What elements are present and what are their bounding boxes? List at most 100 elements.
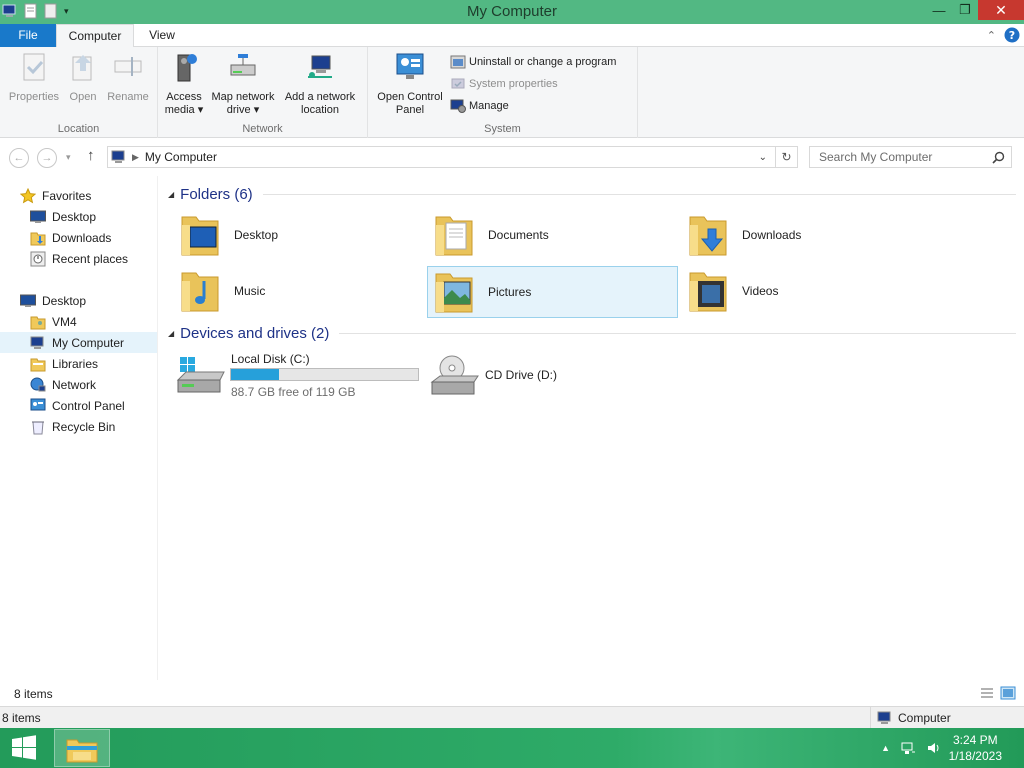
cd-drive-icon [430, 355, 479, 395]
status-bar: 8 items [0, 682, 1024, 706]
open-button[interactable]: Open [66, 51, 100, 104]
large-icons-view-icon[interactable] [1000, 686, 1016, 700]
address-bar[interactable]: ▶ My Computer ⌄ ↻ [107, 146, 798, 168]
nav-recycle-bin[interactable]: Recycle Bin [30, 416, 115, 437]
desktop-icon [20, 294, 36, 307]
address-history-dropdown-icon[interactable]: ⌄ [759, 152, 767, 163]
info-bar: 8 items Computer [0, 706, 1024, 728]
nav-libraries[interactable]: Libraries [30, 353, 98, 374]
nav-my-computer[interactable]: My Computer [0, 332, 157, 353]
drive-c-usage-bar [230, 368, 419, 381]
access-media-button[interactable]: Access media ▾ [162, 51, 206, 117]
folders-section-header[interactable]: ◢ Folders (6) [168, 186, 1016, 203]
nav-control-panel[interactable]: Control Panel [30, 395, 125, 416]
location-group-label: Location [57, 123, 100, 135]
refresh-icon[interactable]: ↻ [775, 147, 797, 167]
music-folder-icon [181, 272, 219, 312]
window-controls: — ❐ ✕ [926, 0, 1024, 20]
add-network-location-button[interactable]: Add a network location [280, 51, 360, 117]
folder-downloads[interactable]: Downloads [686, 210, 936, 260]
tab-view[interactable]: View [143, 24, 181, 47]
breadcrumb-chevron-icon[interactable]: ▶ [132, 152, 139, 163]
collapse-arrow-icon: ◢ [168, 190, 175, 199]
volume-icon[interactable] [926, 740, 942, 756]
taskbar-file-explorer[interactable] [54, 729, 110, 767]
ribbon-tabs: File Computer View ⌃ ? [0, 24, 1024, 48]
tab-computer[interactable]: Computer [56, 24, 134, 48]
nav-fav-desktop[interactable]: Desktop [30, 206, 96, 227]
properties-icon [23, 53, 45, 81]
computer-icon [877, 711, 891, 724]
downloads-folder-icon [689, 216, 727, 256]
search-input[interactable]: Search My Computer [809, 146, 1012, 168]
collapse-ribbon-icon[interactable]: ⌃ [987, 29, 996, 42]
folder-desktop[interactable]: Desktop [178, 210, 428, 260]
info-item-count: 8 items [2, 711, 41, 725]
map-network-drive-button[interactable]: Map network drive ▾ [206, 51, 280, 117]
drive-c-free-space: 88.7 GB free of 119 GB [231, 385, 356, 399]
rename-button[interactable]: Rename [104, 51, 152, 104]
forward-arrow-icon: → [41, 152, 53, 164]
clock[interactable]: 3:24 PM 1/18/2023 [949, 732, 1002, 764]
nav-fav-downloads[interactable]: Downloads [30, 227, 111, 248]
star-icon [20, 187, 36, 203]
dropdown-arrow-icon: ▾ [197, 104, 204, 116]
properties-button[interactable]: Properties [6, 51, 62, 104]
search-placeholder: Search My Computer [819, 150, 933, 164]
nav-network[interactable]: Network [30, 374, 96, 395]
access-media-icon [177, 54, 197, 82]
ribbon: Properties Open Rename Location Access me… [0, 47, 1024, 138]
nav-fav-recent-places[interactable]: Recent places [30, 248, 128, 269]
back-button[interactable]: ← [9, 148, 29, 168]
title-bar: ▾ My Computer — ❐ ✕ [0, 0, 1024, 24]
recent-locations-dropdown-icon[interactable]: ▾ [66, 152, 71, 163]
tab-file[interactable]: File [0, 24, 56, 47]
breadcrumb-my-computer[interactable]: My Computer [145, 150, 217, 164]
drive-c-usage-fill [231, 369, 279, 380]
libraries-icon [30, 358, 46, 371]
status-item-count: 8 items [14, 687, 53, 701]
nav-desktop[interactable]: Desktop [20, 290, 86, 311]
restore-button[interactable]: ❐ [952, 0, 978, 20]
clock-time: 3:24 PM [952, 733, 998, 747]
desktop-folder-icon [181, 216, 219, 256]
svg-text:?: ? [1009, 29, 1015, 42]
desktop-icon [30, 210, 46, 223]
nav-favorites[interactable]: Favorites [20, 185, 91, 206]
close-button[interactable]: ✕ [978, 0, 1024, 20]
minimize-button[interactable]: — [926, 0, 952, 20]
help-icon[interactable]: ? [1004, 27, 1020, 43]
nav-vm4[interactable]: VM4 [30, 311, 77, 332]
folder-videos[interactable]: Videos [686, 266, 936, 316]
uninstall-program-button[interactable]: Uninstall or change a program [450, 54, 616, 70]
network-status-icon[interactable] [900, 740, 916, 756]
devices-section-header[interactable]: ◢ Devices and drives (2) [168, 325, 1016, 342]
start-button[interactable] [8, 734, 40, 762]
computer-icon [30, 336, 44, 349]
show-hidden-icons-icon[interactable]: ▲ [881, 743, 890, 753]
local-disk-icon [176, 357, 225, 393]
add-network-location-icon [308, 55, 332, 78]
downloads-icon [30, 232, 46, 245]
up-arrow-icon[interactable]: ↑ [87, 147, 95, 164]
folder-documents[interactable]: Documents [432, 210, 682, 260]
pictures-folder-icon [435, 273, 473, 313]
open-control-panel-button[interactable]: Open Control Panel [372, 51, 448, 117]
drive-d[interactable]: CD Drive (D:) [430, 352, 680, 398]
recent-places-icon [30, 251, 46, 266]
system-properties-button[interactable]: System properties [450, 76, 558, 92]
system-group: Open Control Panel Uninstall or change a … [368, 47, 638, 138]
user-folder-icon [30, 316, 46, 329]
drive-c[interactable]: Local Disk (C:) 88.7 GB free of 119 GB [176, 352, 426, 399]
devices-header-text: Devices and drives (2) [180, 325, 330, 342]
folder-music[interactable]: Music [178, 266, 428, 316]
clock-date: 1/18/2023 [948, 749, 1002, 763]
info-location: Computer [870, 707, 951, 728]
forward-button[interactable]: → [37, 148, 57, 168]
details-view-icon[interactable] [980, 687, 994, 699]
window-title: My Computer [466, 3, 558, 20]
manage-button[interactable]: Manage [450, 98, 509, 114]
file-explorer-icon [66, 739, 98, 763]
search-icon[interactable] [992, 151, 1005, 164]
folder-pictures[interactable]: Pictures [427, 266, 678, 318]
